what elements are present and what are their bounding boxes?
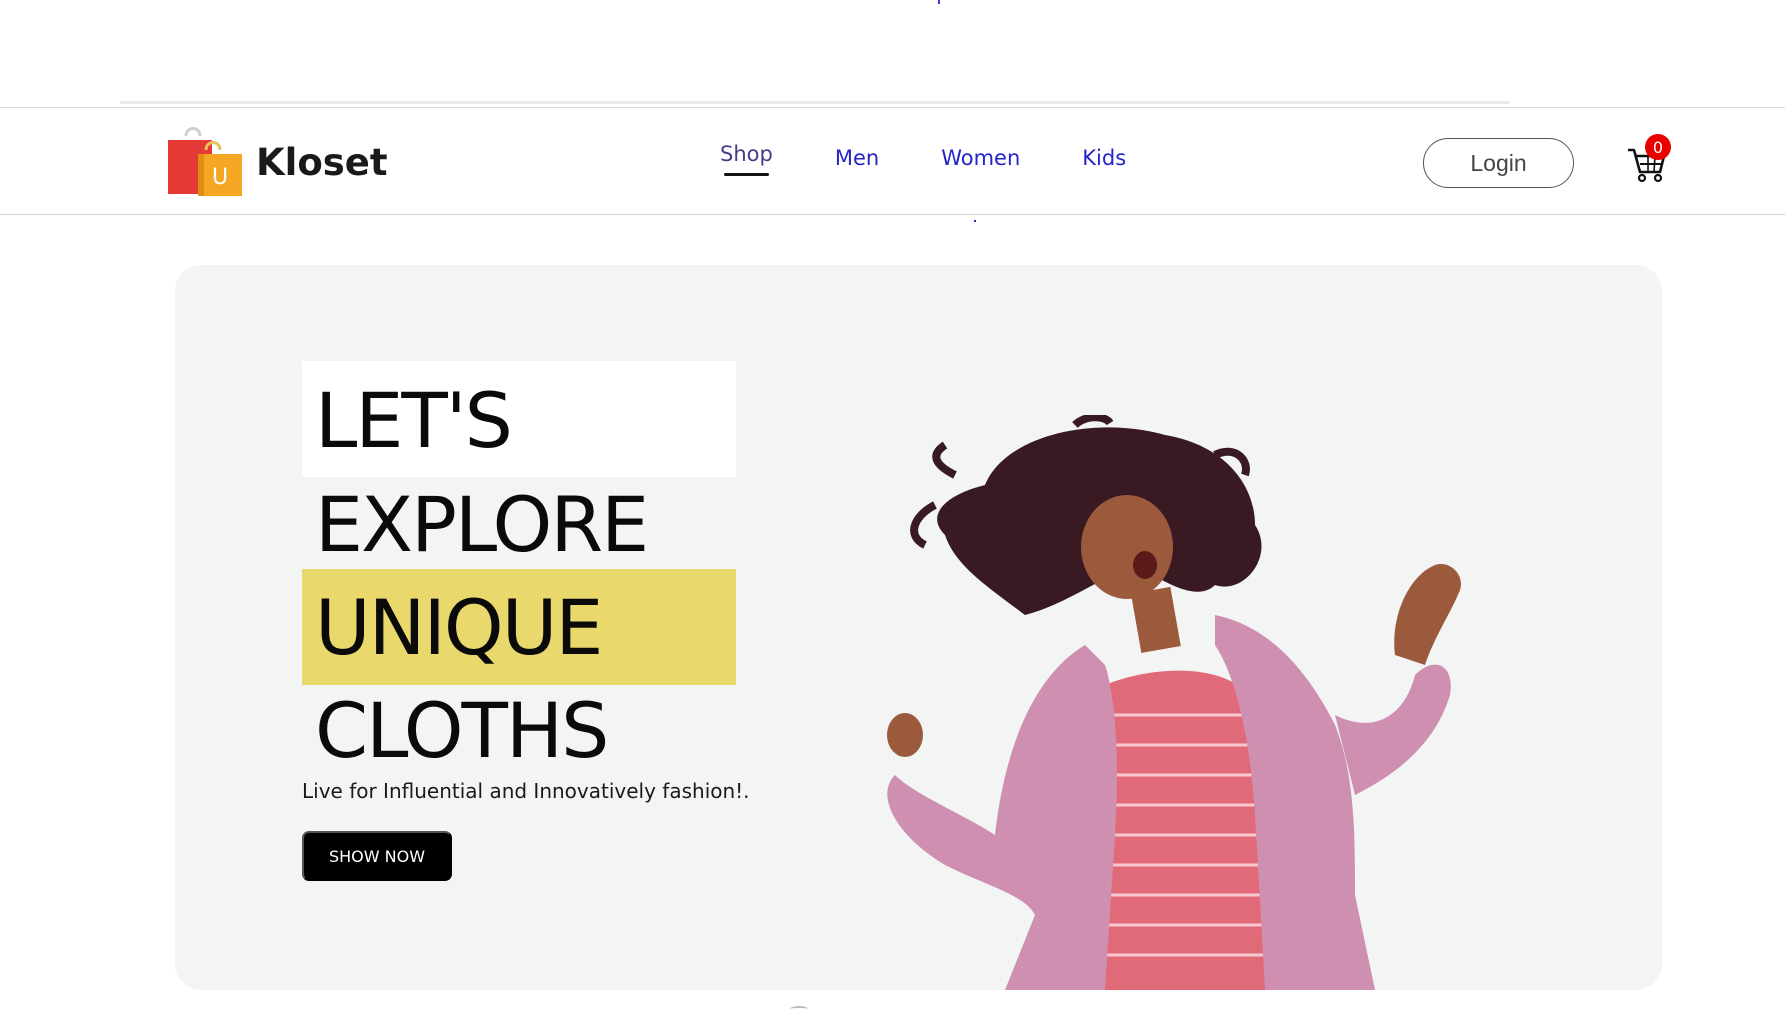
- scroll-indicator: [790, 1006, 808, 1012]
- show-now-button[interactable]: SHOW NOW: [302, 831, 452, 881]
- navbar: U Kloset Shop Men Women Kids Login 0: [0, 107, 1785, 222]
- main-nav: Shop Men Women Kids: [720, 142, 1188, 176]
- headline-line-2: EXPLORE: [315, 480, 649, 569]
- nav-women[interactable]: Women: [941, 146, 1020, 170]
- logo-letter: U: [212, 165, 228, 190]
- brand-name: Kloset: [256, 140, 388, 184]
- top-dot-artifact: [938, 0, 940, 4]
- logo[interactable]: U Kloset: [164, 126, 388, 198]
- headline-line-1: LET'S: [315, 376, 513, 465]
- shopping-bag-logo-icon: U: [168, 127, 242, 196]
- top-blank-area: [0, 0, 1785, 104]
- cart-button[interactable]: 0: [1626, 134, 1671, 184]
- headline-line-4: CLOTHS: [315, 686, 609, 775]
- login-button[interactable]: Login: [1423, 138, 1574, 188]
- cart-count-badge: 0: [1645, 134, 1671, 160]
- hero-tagline: Live for Influential and Innovatively fa…: [302, 779, 750, 803]
- headline-line-3: UNIQUE: [315, 583, 603, 672]
- hero-banner: LET'S EXPLORE UNIQUE CLOTHS Live for Inf…: [175, 265, 1662, 990]
- nav-shop[interactable]: Shop: [720, 142, 773, 176]
- nav-dot-artifact: [974, 220, 976, 222]
- top-divider: [120, 101, 1510, 104]
- nav-men[interactable]: Men: [835, 146, 879, 170]
- nav-kids[interactable]: Kids: [1082, 146, 1126, 170]
- hero-model-image: [887, 415, 1461, 990]
